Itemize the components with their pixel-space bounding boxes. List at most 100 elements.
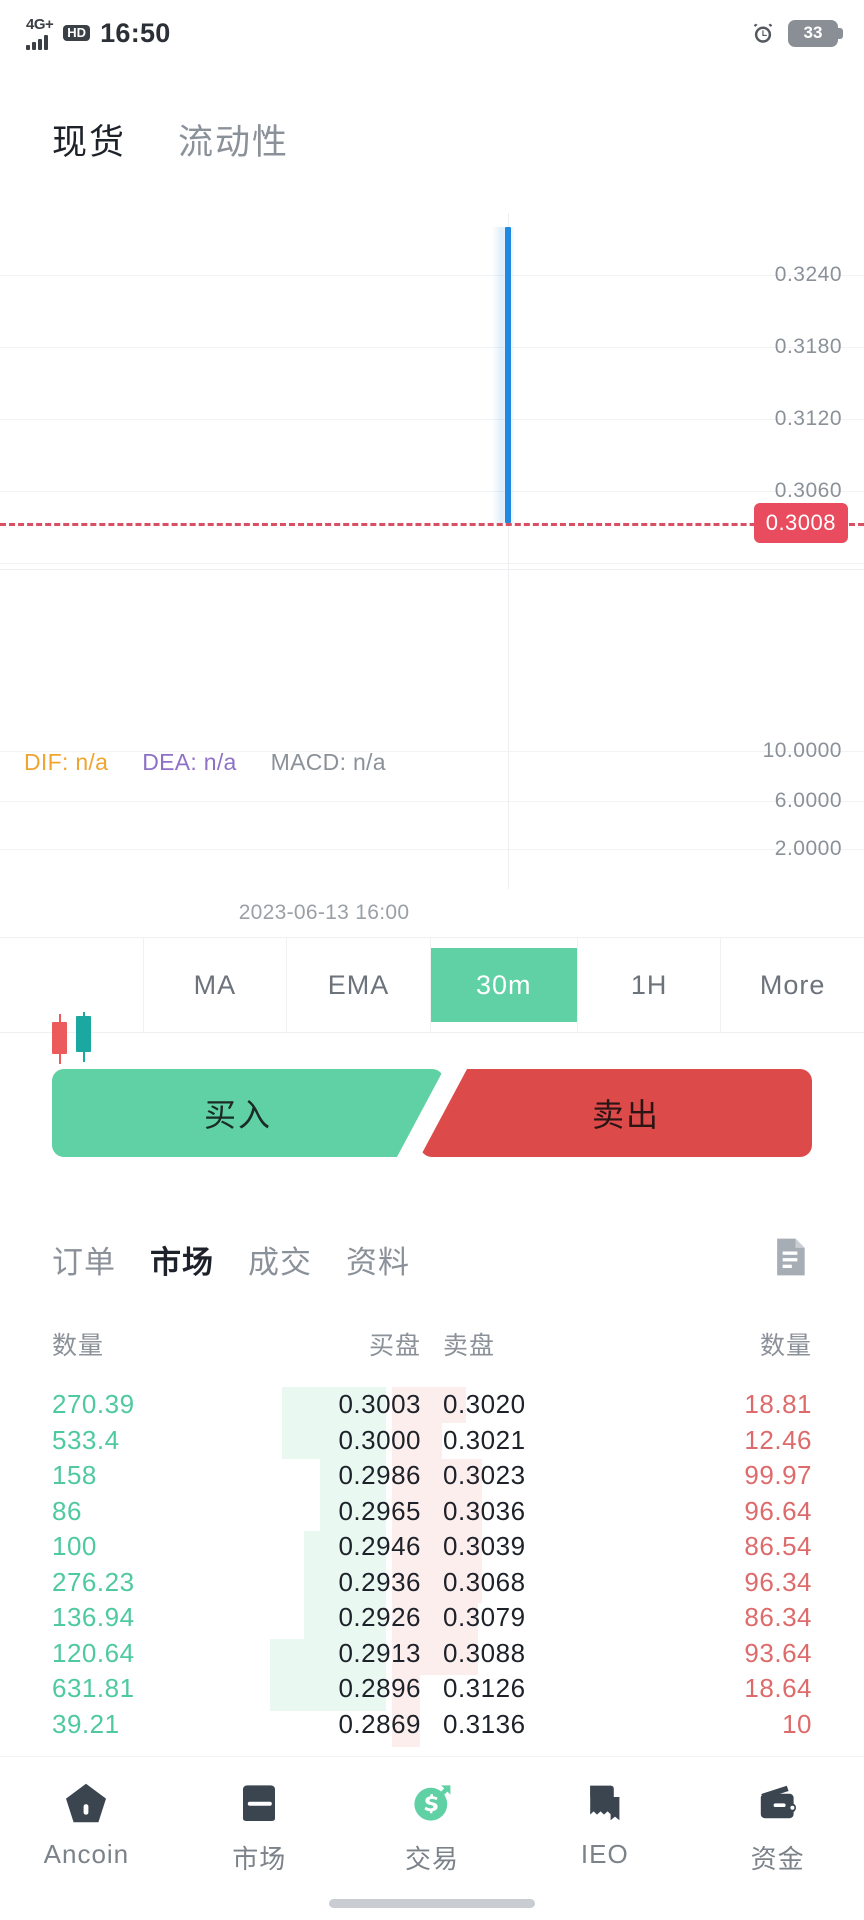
indicator-ema-button[interactable]: EMA xyxy=(286,938,430,1032)
last-price-badge: 0.3008 xyxy=(754,503,848,543)
macd-legend: DIF: n/a DEA: n/a MACD: n/a xyxy=(24,749,386,776)
interval-30m-button[interactable]: 30m xyxy=(430,938,577,1032)
trade-action-row: 买入 卖出 xyxy=(52,1069,812,1169)
macd-chart[interactable]: DIF: n/a DEA: n/a MACD: n/a 10.0000 6.00… xyxy=(0,733,864,923)
chart-price-line xyxy=(505,227,511,523)
bid-price: 0.2986 xyxy=(228,1460,439,1491)
bid-price: 0.2869 xyxy=(228,1709,439,1740)
bid-qty: 158 xyxy=(52,1460,228,1491)
gridline xyxy=(0,419,864,420)
tab-info[interactable]: 资料 xyxy=(346,1237,410,1282)
macd-axis-tick: 10.0000 xyxy=(763,739,842,763)
ask-qty: 86.54 xyxy=(636,1531,812,1562)
bottom-navigation-bar: Ancoin 市场 交易 IEO 资金 xyxy=(0,1756,864,1920)
price-chart[interactable]: 0.3240 0.3180 0.3120 0.3060 0.3008 xyxy=(0,213,864,733)
interval-1h-button[interactable]: 1H xyxy=(577,938,721,1032)
bid-price: 0.3003 xyxy=(228,1389,439,1420)
document-icon xyxy=(768,1234,812,1280)
market-book-icon xyxy=(234,1779,284,1827)
price-axis-tick: 0.3060 xyxy=(775,479,842,503)
table-row[interactable]: 120.64 0.2913 0.3088 93.64 xyxy=(52,1636,812,1672)
wallet-icon xyxy=(753,1779,803,1827)
battery-indicator: 33 xyxy=(788,20,838,47)
indicator-toolbar: MA EMA 30m 1H More xyxy=(0,937,864,1033)
table-row[interactable]: 276.23 0.2936 0.3068 96.34 xyxy=(52,1565,812,1601)
table-row[interactable]: 158 0.2986 0.3023 99.97 xyxy=(52,1458,812,1494)
header-bid-price: 买盘 xyxy=(228,1326,439,1362)
bid-price: 0.2936 xyxy=(228,1567,439,1598)
nav-item-funds[interactable]: 资金 xyxy=(691,1779,864,1876)
chart-timestamp-label: 2023-06-13 16:00 xyxy=(0,901,864,925)
bid-qty: 86 xyxy=(52,1496,228,1527)
home-indicator[interactable] xyxy=(329,1899,535,1908)
ask-price: 0.3088 xyxy=(439,1638,636,1669)
order-book-rows: 270.39 0.3003 0.3020 18.81 533.4 0.3000 … xyxy=(52,1387,812,1742)
bid-qty: 533.4 xyxy=(52,1425,228,1456)
hd-badge: HD xyxy=(63,25,90,42)
price-axis-tick: 0.3120 xyxy=(775,407,842,431)
trade-dollar-icon xyxy=(407,1779,457,1827)
order-book-tab-bar: 订单 市场 成交 资料 xyxy=(0,1213,864,1305)
status-bar-clock: 16:50 xyxy=(100,18,171,49)
ask-qty: 18.64 xyxy=(636,1673,812,1704)
table-row[interactable]: 100 0.2946 0.3039 86.54 xyxy=(52,1529,812,1565)
macd-dif-value: DIF: n/a xyxy=(24,749,108,776)
macd-dea-value: DEA: n/a xyxy=(142,749,236,776)
tab-market[interactable]: 市场 xyxy=(150,1237,214,1282)
ask-price: 0.3079 xyxy=(439,1602,636,1633)
network-indicator: 4G+ xyxy=(26,17,53,50)
buy-button[interactable]: 买入 xyxy=(52,1069,444,1157)
tab-trades[interactable]: 成交 xyxy=(248,1237,312,1282)
ask-qty: 18.81 xyxy=(636,1389,812,1420)
document-icon-button[interactable] xyxy=(768,1234,812,1285)
ask-price: 0.3036 xyxy=(439,1496,636,1527)
gridline xyxy=(0,491,864,492)
header-ask-price: 卖盘 xyxy=(439,1326,636,1362)
top-tab-bar: 现货 流动性 xyxy=(0,66,864,165)
indicator-ma-button[interactable]: MA xyxy=(143,938,287,1032)
ask-price: 0.3126 xyxy=(439,1673,636,1704)
ask-price: 0.3020 xyxy=(439,1389,636,1420)
header-bid-qty: 数量 xyxy=(52,1326,228,1362)
bid-qty: 39.21 xyxy=(52,1709,228,1740)
chart-divider xyxy=(0,569,864,570)
candlestick-icon xyxy=(52,958,91,1012)
more-intervals-button[interactable]: More xyxy=(720,938,864,1032)
header-ask-qty: 数量 xyxy=(636,1326,812,1362)
table-row[interactable]: 86 0.2965 0.3036 96.64 xyxy=(52,1494,812,1530)
gridline xyxy=(0,347,864,348)
nav-item-trade[interactable]: 交易 xyxy=(346,1779,519,1876)
nav-label-ancoin: Ancoin xyxy=(44,1839,130,1870)
ask-qty: 96.34 xyxy=(636,1567,812,1598)
last-price-dashed-line xyxy=(0,523,864,526)
table-row[interactable]: 39.21 0.2869 0.3136 10 xyxy=(52,1707,812,1743)
status-bar: 4G+ HD 16:50 33 xyxy=(0,0,864,66)
ask-price: 0.3023 xyxy=(439,1460,636,1491)
bid-price: 0.3000 xyxy=(228,1425,439,1456)
ask-qty: 12.46 xyxy=(636,1425,812,1456)
tab-orders[interactable]: 订单 xyxy=(52,1237,116,1282)
table-row[interactable]: 270.39 0.3003 0.3020 18.81 xyxy=(52,1387,812,1423)
order-book: 数量 买盘 卖盘 数量 270.39 0.3003 0.3020 18.81 5… xyxy=(0,1315,864,1742)
gridline xyxy=(0,275,864,276)
nav-item-ieo[interactable]: IEO xyxy=(518,1779,691,1870)
ask-price: 0.3136 xyxy=(439,1709,636,1740)
home-pentagon-icon xyxy=(61,1779,111,1827)
tab-spot[interactable]: 现货 xyxy=(52,114,126,165)
chart-type-candlestick-button[interactable] xyxy=(0,938,143,1032)
table-row[interactable]: 631.81 0.2896 0.3126 18.64 xyxy=(52,1671,812,1707)
price-axis-tick: 0.3180 xyxy=(775,335,842,359)
bid-price: 0.2926 xyxy=(228,1602,439,1633)
tab-liquidity[interactable]: 流动性 xyxy=(178,114,289,165)
table-row[interactable]: 533.4 0.3000 0.3021 12.46 xyxy=(52,1423,812,1459)
table-row[interactable]: 136.94 0.2926 0.3079 86.34 xyxy=(52,1600,812,1636)
bid-qty: 276.23 xyxy=(52,1567,228,1598)
sell-button[interactable]: 卖出 xyxy=(420,1069,812,1157)
bid-price: 0.2913 xyxy=(228,1638,439,1669)
nav-item-market[interactable]: 市场 xyxy=(173,1779,346,1876)
gridline xyxy=(0,563,864,564)
nav-label-funds: 资金 xyxy=(751,1839,805,1876)
ask-qty: 93.64 xyxy=(636,1638,812,1669)
ask-price: 0.3068 xyxy=(439,1567,636,1598)
nav-item-ancoin[interactable]: Ancoin xyxy=(0,1779,173,1870)
